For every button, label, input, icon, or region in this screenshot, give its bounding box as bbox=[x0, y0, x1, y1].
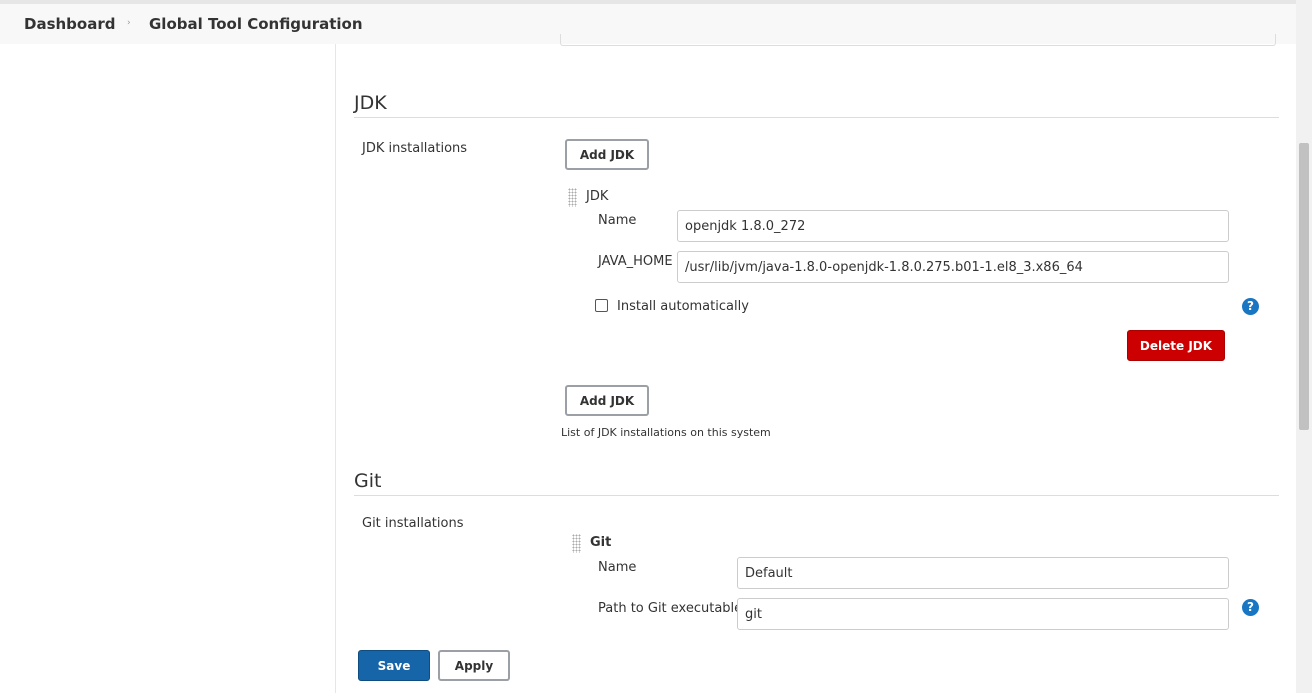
git-name-label: Name bbox=[598, 560, 637, 575]
install-automatically-label: Install automatically bbox=[617, 299, 749, 314]
git-path-input[interactable] bbox=[737, 598, 1229, 630]
apply-button[interactable]: Apply bbox=[438, 650, 510, 681]
drag-handle-icon[interactable] bbox=[568, 188, 577, 207]
save-button[interactable]: Save bbox=[358, 650, 430, 681]
help-icon[interactable]: ? bbox=[1242, 599, 1259, 616]
jdk-name-label: Name bbox=[598, 213, 637, 228]
section-divider bbox=[354, 117, 1279, 118]
jdk-entry-header: JDK bbox=[586, 189, 609, 204]
install-automatically-checkbox[interactable] bbox=[595, 299, 608, 312]
jdk-installations-label: JDK installations bbox=[362, 141, 468, 156]
jdk-name-input[interactable] bbox=[677, 210, 1229, 242]
java-home-input[interactable] bbox=[677, 251, 1229, 283]
breadcrumb-current[interactable]: Global Tool Configuration bbox=[149, 15, 363, 33]
section-title-git: Git bbox=[354, 470, 382, 492]
add-jdk-button-bottom[interactable]: Add JDK bbox=[565, 385, 649, 416]
previous-field-edge bbox=[560, 34, 1276, 46]
breadcrumb-dashboard[interactable]: Dashboard bbox=[24, 15, 115, 33]
delete-jdk-button[interactable]: Delete JDK bbox=[1127, 330, 1225, 361]
section-divider bbox=[354, 495, 1279, 496]
drag-handle-icon[interactable] bbox=[572, 534, 581, 553]
content-divider bbox=[335, 44, 336, 693]
help-icon[interactable]: ? bbox=[1242, 298, 1259, 315]
git-name-input[interactable] bbox=[737, 557, 1229, 589]
scrollbar-thumb[interactable] bbox=[1299, 143, 1309, 430]
add-jdk-button[interactable]: Add JDK bbox=[565, 139, 649, 170]
git-path-label: Path to Git executable bbox=[598, 601, 743, 616]
breadcrumb-separator-icon: › bbox=[127, 18, 131, 28]
git-entry-header: Git bbox=[590, 535, 612, 550]
jdk-description: List of JDK installations on this system bbox=[561, 426, 771, 439]
git-installations-label: Git installations bbox=[362, 516, 464, 531]
section-title-jdk: JDK bbox=[354, 92, 387, 114]
java-home-label: JAVA_HOME bbox=[598, 254, 673, 269]
